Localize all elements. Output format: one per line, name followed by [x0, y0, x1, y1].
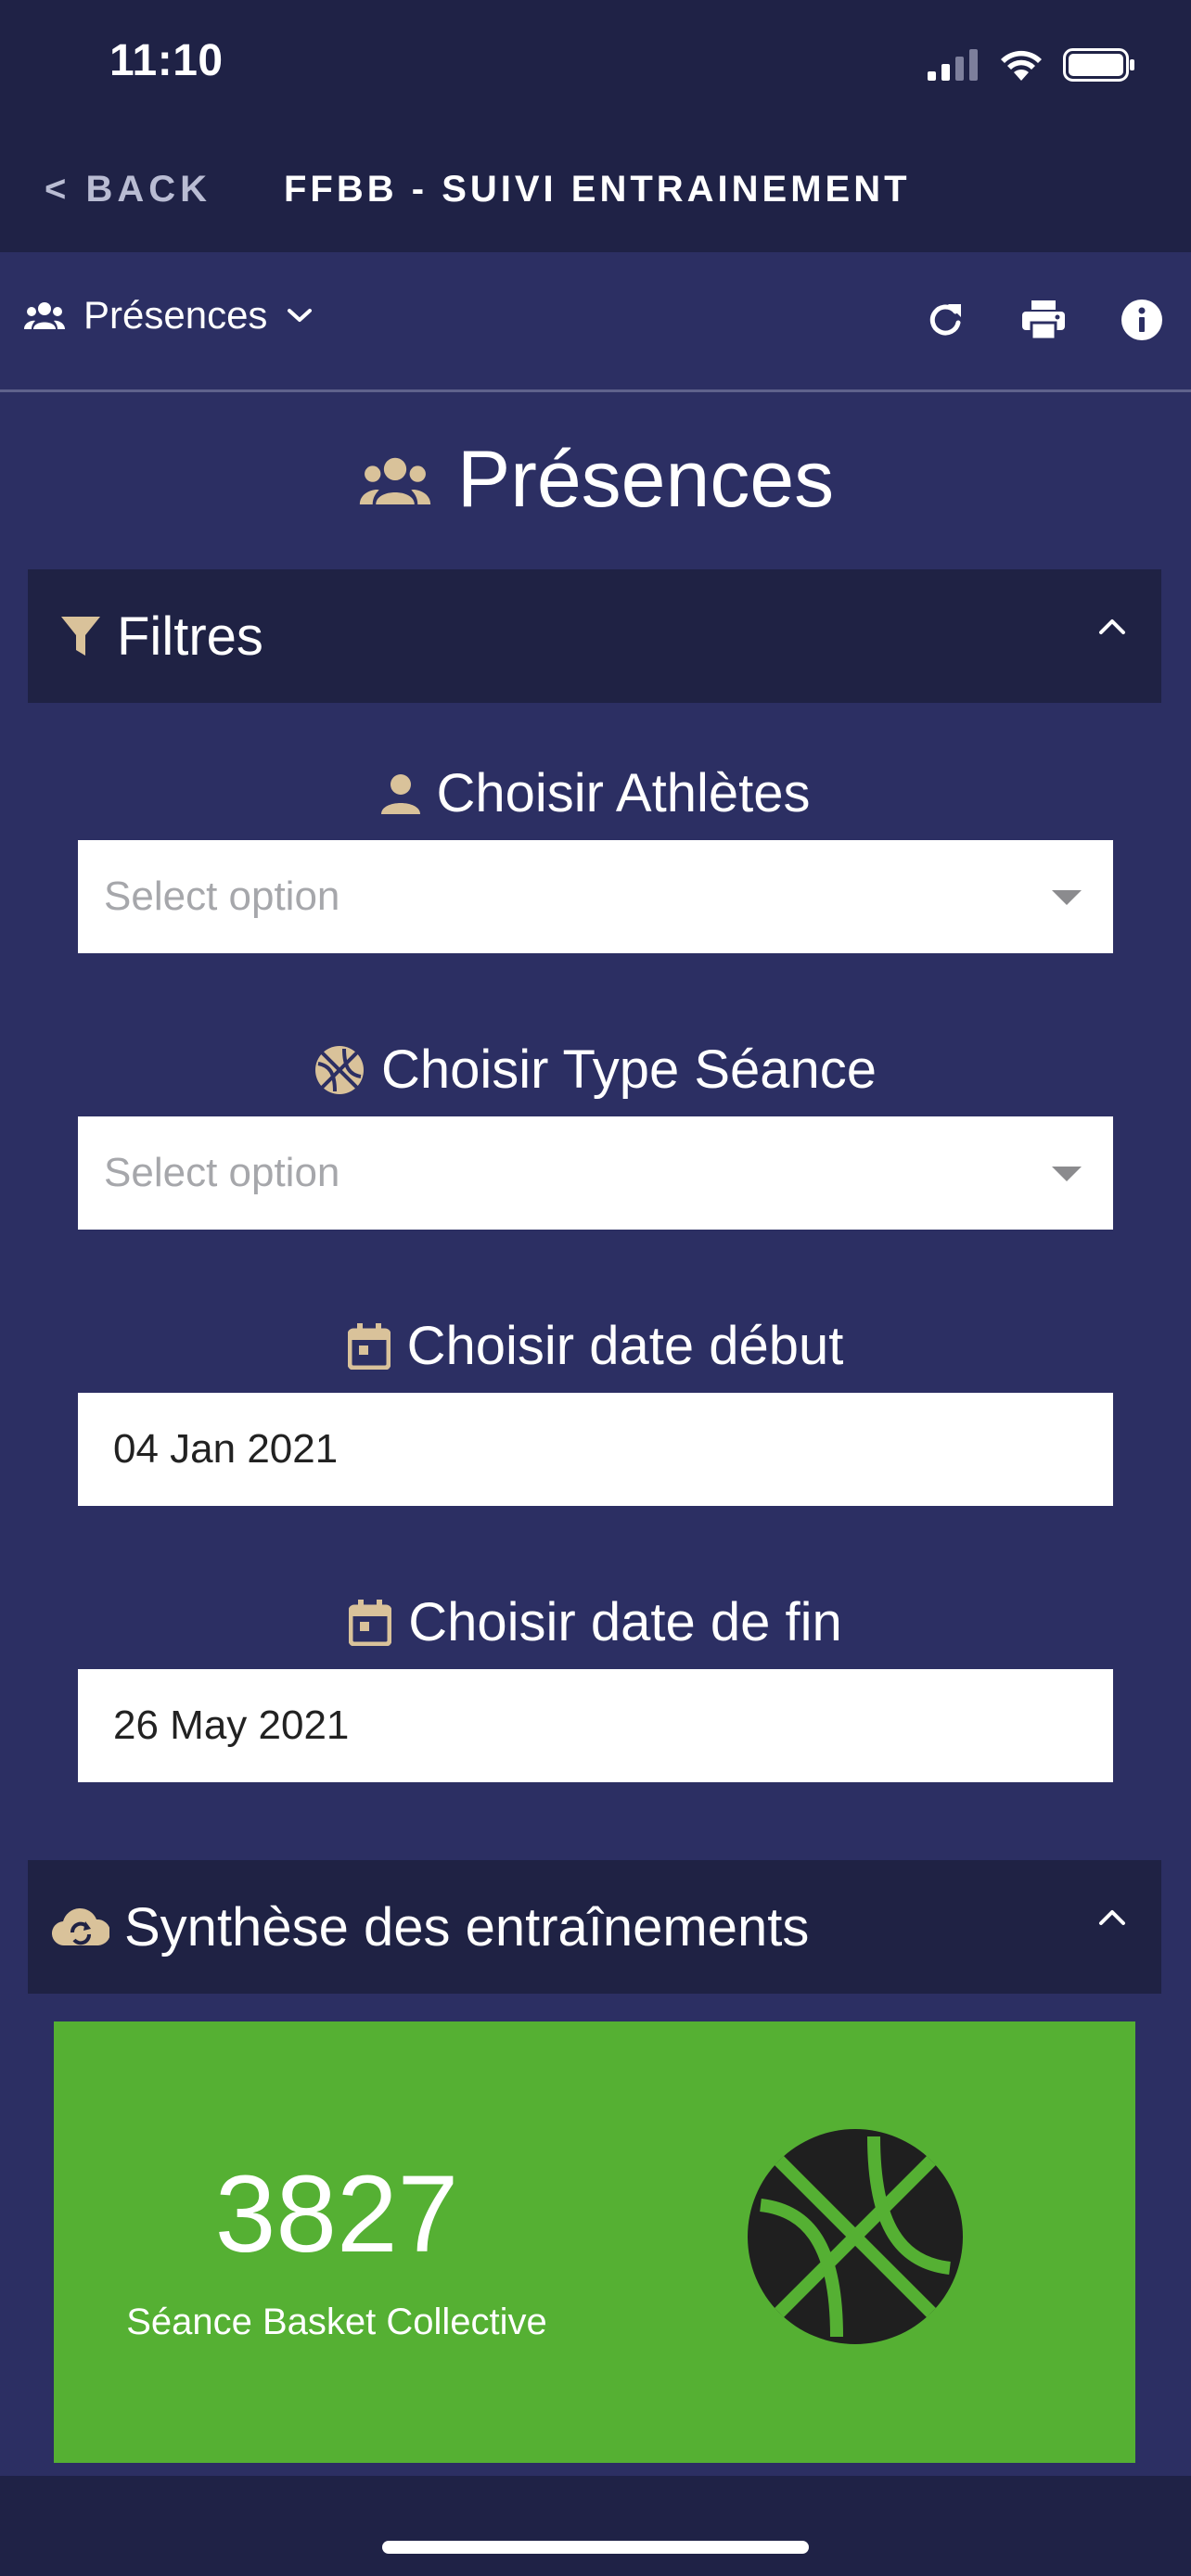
page-title-text: Présences [456, 435, 835, 524]
refresh-button[interactable] [896, 291, 994, 349]
athletes-select[interactable]: Select option [78, 840, 1113, 953]
toolbar-actions [896, 291, 1191, 349]
info-button[interactable] [1093, 291, 1191, 349]
status-time: 11:10 [109, 36, 224, 85]
person-icon [380, 773, 420, 814]
start-date-label: Choisir date début [0, 1315, 1191, 1377]
page-selector[interactable]: Présences [24, 293, 314, 338]
home-indicator-area [0, 2476, 1191, 2576]
end-date-input[interactable]: 26 May 2021 [78, 1669, 1113, 1782]
refresh-icon [929, 304, 961, 336]
wifi-icon [1001, 50, 1042, 81]
session-type-label-text: Choisir Type Séance [380, 1039, 877, 1100]
nav-bar: < BACK FFBB - SUIVI ENTRAINEMENT [0, 130, 1191, 252]
calendar-icon [347, 1322, 391, 1370]
caret-down-icon [1052, 890, 1082, 905]
start-date-input[interactable]: 04 Jan 2021 [78, 1393, 1113, 1506]
basketball-icon [748, 2129, 963, 2344]
start-date-value: 04 Jan 2021 [113, 1426, 339, 1472]
status-icons [928, 45, 1135, 85]
calendar-icon [349, 1599, 392, 1646]
end-date-label-text: Choisir date de fin [408, 1592, 842, 1652]
end-date-value: 26 May 2021 [113, 1702, 350, 1748]
signal-icon [928, 49, 978, 81]
chevron-up-icon [1099, 1910, 1125, 1925]
filter-icon [61, 617, 100, 656]
stat-label: Séance Basket Collective [126, 2302, 547, 2342]
nav-title: FFBB - SUIVI ENTRAINEMENT [284, 169, 911, 210]
filters-panel-title: Filtres [117, 606, 263, 667]
session-type-select-placeholder: Select option [104, 1150, 340, 1195]
athletes-label: Choisir Athlètes [0, 762, 1191, 824]
athletes-label-text: Choisir Athlètes [436, 763, 811, 823]
end-date-label: Choisir date de fin [0, 1591, 1191, 1653]
battery-icon [1063, 48, 1134, 82]
start-date-label-text: Choisir date début [406, 1316, 844, 1376]
group-icon [359, 457, 430, 504]
status-bar: 11:10 [0, 0, 1191, 130]
athletes-select-placeholder: Select option [104, 874, 340, 919]
chevron-down-icon [288, 309, 313, 322]
caret-down-icon [1052, 1167, 1082, 1181]
filters-panel-header[interactable]: Filtres [28, 569, 1161, 703]
session-type-select[interactable]: Select option [78, 1116, 1113, 1230]
back-button[interactable]: < BACK [45, 169, 211, 210]
chevron-up-icon [1099, 619, 1125, 634]
page-selector-label: Présences [83, 293, 268, 337]
stat-value: 3827 [214, 2153, 459, 2276]
group-icon [24, 302, 65, 329]
page-title: Présences [0, 434, 1191, 526]
info-icon [1121, 300, 1162, 340]
cloud-sync-icon [52, 1908, 109, 1946]
stat-card: 3827 Séance Basket Collective [54, 2021, 1135, 2463]
summary-panel-title: Synthèse des entraînements [124, 1896, 810, 1958]
toolbar: Présences [0, 252, 1191, 392]
print-button[interactable] [994, 291, 1093, 349]
print-icon [1022, 300, 1065, 339]
summary-panel-header[interactable]: Synthèse des entraînements [28, 1860, 1161, 1994]
session-type-label: Choisir Type Séance [0, 1039, 1191, 1101]
basketball-icon [314, 1045, 364, 1094]
home-indicator[interactable] [382, 2541, 809, 2554]
